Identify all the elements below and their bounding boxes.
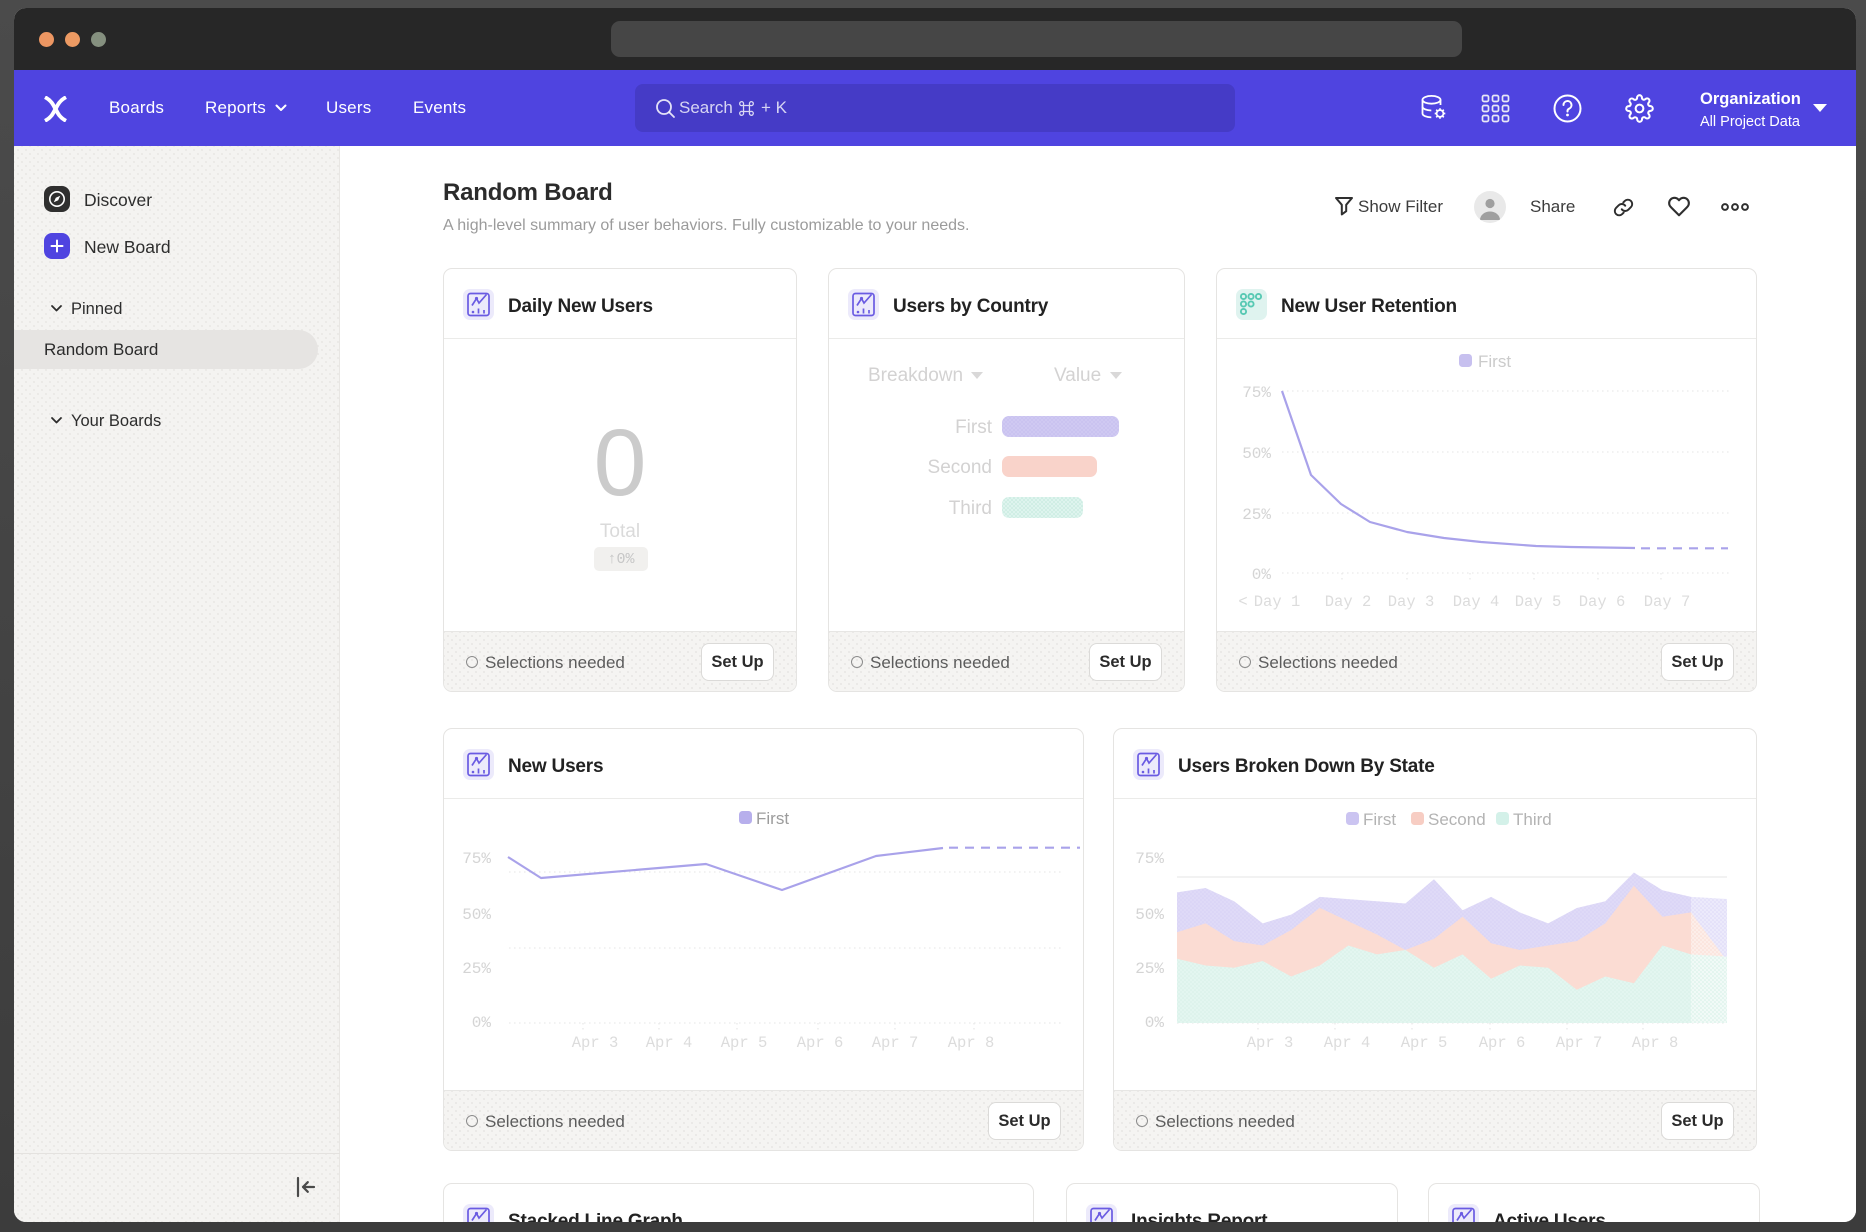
svg-text:Day 3: Day 3: [1388, 593, 1435, 611]
svg-text:0%: 0%: [1145, 1014, 1165, 1032]
svg-text:First: First: [1363, 810, 1396, 829]
svg-text:Apr 6: Apr 6: [797, 1034, 844, 1052]
svg-text:First: First: [955, 417, 993, 438]
svg-text:0%: 0%: [1252, 566, 1272, 584]
svg-text:Third: Third: [949, 498, 992, 519]
svg-text:First: First: [1478, 352, 1511, 371]
svg-text:Day 2: Day 2: [1325, 593, 1372, 611]
svg-text:Apr 7: Apr 7: [872, 1034, 919, 1052]
svg-text:First: First: [756, 809, 789, 828]
svg-text:25%: 25%: [1242, 506, 1271, 524]
svg-text:Day 1: Day 1: [1254, 593, 1301, 611]
svg-text:Apr 7: Apr 7: [1556, 1034, 1603, 1052]
svg-text:Apr 3: Apr 3: [1247, 1034, 1294, 1052]
svg-text:Day 7: Day 7: [1644, 593, 1691, 611]
svg-text:Apr 3: Apr 3: [572, 1034, 619, 1052]
svg-text:75%: 75%: [462, 850, 491, 868]
svg-text:25%: 25%: [462, 960, 491, 978]
svg-text:Day 4: Day 4: [1453, 593, 1500, 611]
svg-text:Apr 5: Apr 5: [1401, 1034, 1448, 1052]
svg-text:50%: 50%: [1135, 906, 1164, 924]
svg-text:50%: 50%: [1242, 445, 1271, 463]
svg-text:Apr 5: Apr 5: [721, 1034, 768, 1052]
svg-text:Apr 8: Apr 8: [1632, 1034, 1679, 1052]
svg-text:Apr 4: Apr 4: [1324, 1034, 1371, 1052]
svg-text:Third: Third: [1513, 810, 1552, 829]
svg-text:75%: 75%: [1135, 850, 1164, 868]
svg-text:<: <: [1238, 593, 1247, 611]
svg-text:Second: Second: [1428, 810, 1486, 829]
svg-text:50%: 50%: [462, 906, 491, 924]
svg-text:Day 5: Day 5: [1515, 593, 1562, 611]
svg-text:Apr 4: Apr 4: [646, 1034, 693, 1052]
svg-text:Apr 8: Apr 8: [948, 1034, 995, 1052]
svg-text:75%: 75%: [1242, 384, 1271, 402]
svg-text:25%: 25%: [1135, 960, 1164, 978]
svg-text:Second: Second: [928, 457, 992, 478]
svg-text:Apr 6: Apr 6: [1479, 1034, 1526, 1052]
svg-text:Day 6: Day 6: [1579, 593, 1626, 611]
svg-text:0%: 0%: [472, 1014, 492, 1032]
